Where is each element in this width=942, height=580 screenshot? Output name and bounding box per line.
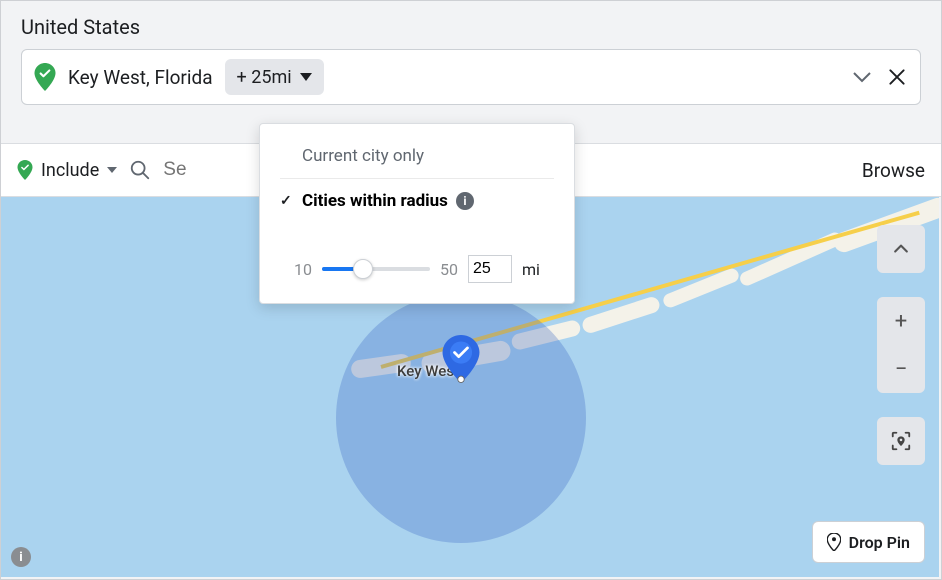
radius-slider[interactable] — [322, 267, 430, 271]
locate-button[interactable] — [877, 417, 925, 465]
slider-min-label: 10 — [294, 260, 312, 279]
location-chip-row: Key West, Florida + 25mi — [21, 49, 921, 105]
caret-down-icon — [300, 73, 312, 81]
country-label: United States — [21, 15, 921, 39]
radius-slider-row: 10 50 mi — [280, 255, 554, 283]
checkmark-icon: ✓ — [280, 193, 294, 209]
radius-chip[interactable]: + 25mi — [225, 59, 324, 95]
map-collapse-button[interactable] — [877, 225, 925, 273]
slider-unit-label: mi — [522, 260, 540, 279]
drop-pin-label: Drop Pin — [849, 533, 910, 552]
close-icon[interactable] — [886, 66, 908, 88]
info-icon[interactable]: i — [456, 192, 474, 210]
location-search-input[interactable] — [163, 159, 223, 181]
browse-button[interactable]: Browse — [862, 159, 925, 182]
option-current-city-label: Current city only — [302, 146, 424, 166]
search-icon[interactable] — [129, 159, 151, 181]
radius-chip-label: + 25mi — [237, 67, 292, 88]
map-pin-check-icon — [34, 63, 56, 91]
radius-popover: Current city only ✓ Cities within radius… — [259, 123, 575, 304]
map-marker-pin-icon[interactable] — [442, 335, 480, 383]
map-info-icon[interactable]: i — [11, 547, 31, 567]
chevron-down-icon[interactable] — [850, 65, 874, 89]
zoom-out-button[interactable]: − — [877, 345, 925, 393]
radius-circle — [336, 293, 586, 543]
include-label: Include — [41, 160, 99, 181]
radius-value-input[interactable] — [468, 255, 512, 283]
zoom-in-button[interactable]: + — [877, 297, 925, 345]
include-dropdown[interactable]: Include — [17, 160, 117, 181]
map-pin-check-icon — [17, 160, 33, 180]
caret-down-icon — [107, 167, 117, 173]
option-current-city[interactable]: Current city only — [280, 138, 554, 174]
option-cities-within-radius[interactable]: ✓ Cities within radius i — [280, 183, 554, 219]
option-radius-label: Cities within radius — [302, 191, 448, 211]
location-name: Key West, Florida — [68, 66, 213, 89]
slider-max-label: 50 — [440, 260, 458, 279]
drop-pin-button[interactable]: Drop Pin — [812, 521, 925, 563]
slider-thumb[interactable] — [353, 259, 373, 279]
